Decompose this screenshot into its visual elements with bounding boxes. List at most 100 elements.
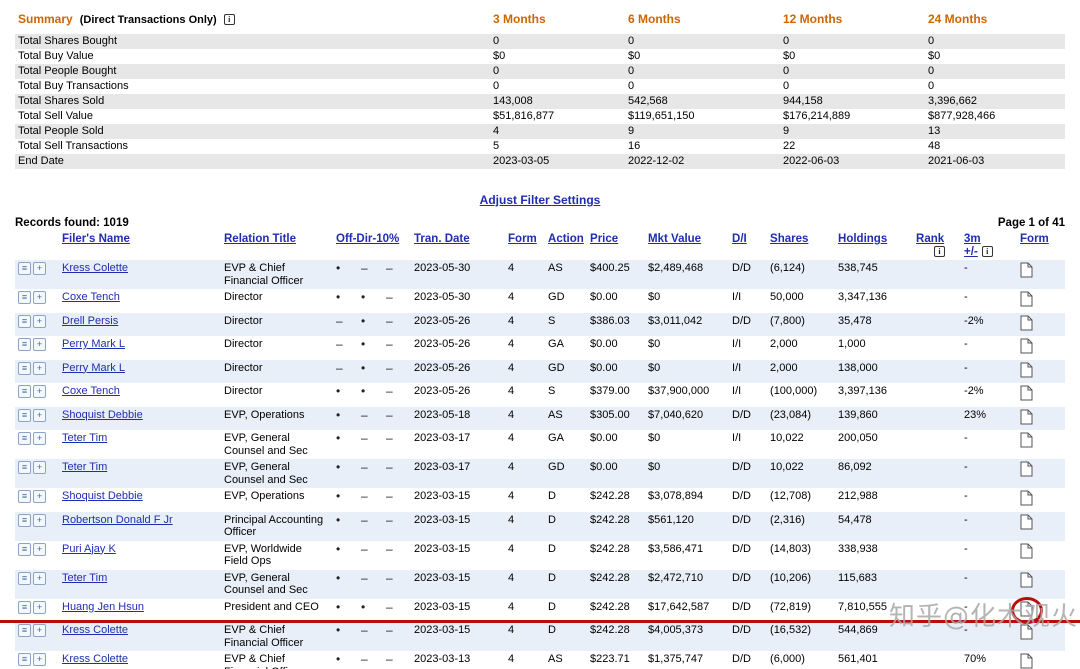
expand-icon[interactable]: + (33, 513, 46, 527)
holdings-cell: 139,860 (838, 408, 878, 421)
form-document-icon[interactable] (1020, 514, 1033, 534)
filer-link[interactable]: Perry Mark L (62, 338, 125, 350)
filer-link[interactable]: Teter Tim (62, 432, 107, 444)
ten-percent-flag: – (386, 337, 393, 351)
form-document-icon[interactable] (1020, 490, 1033, 510)
expand-icon[interactable]: + (33, 314, 46, 328)
expand-icon[interactable]: + (33, 408, 46, 422)
action-sort-link[interactable]: Action (548, 233, 584, 245)
news-icon[interactable]: ≡ (18, 432, 31, 445)
price-cell: $379.00 (590, 385, 630, 397)
news-icon[interactable]: ≡ (18, 291, 31, 304)
three-month-sort-link[interactable]: 3m (964, 233, 981, 245)
mkt-value-cell: $3,011,042 (648, 314, 703, 327)
tran-date-cell: 2023-03-15 (414, 513, 471, 526)
summary-row: Total Shares Bought 0 0 0 0 (15, 34, 1065, 49)
filer-link[interactable]: Huang Jen Hsun (62, 601, 144, 613)
rank-sort-link[interactable]: Rank (916, 233, 944, 245)
expand-icon[interactable]: + (33, 262, 46, 275)
expand-icon[interactable]: + (33, 385, 46, 398)
insider-transactions-page: Summary (Direct Transactions Only) i 3 M… (0, 0, 1080, 669)
expand-icon[interactable]: + (33, 624, 46, 637)
news-icon[interactable]: ≡ (18, 624, 31, 637)
expand-icon[interactable]: + (33, 432, 46, 445)
form-document-icon[interactable] (1020, 291, 1033, 311)
filer-link[interactable]: Coxe Tench (62, 385, 120, 397)
adjust-filter-settings-link[interactable]: Adjust Filter Settings (480, 193, 601, 207)
price-cell: $305.00 (590, 408, 630, 421)
news-icon[interactable]: ≡ (18, 361, 31, 375)
news-icon[interactable]: ≡ (18, 262, 31, 275)
news-icon[interactable]: ≡ (18, 385, 31, 398)
three-month-change-cell: -2% (964, 385, 984, 397)
expand-icon[interactable]: + (33, 571, 46, 585)
expand-icon[interactable]: + (33, 490, 46, 503)
summary-value-12m: 0 (783, 80, 790, 92)
filer-link[interactable]: Robertson Donald F Jr (62, 514, 173, 526)
three-month-info-icon[interactable]: i (981, 245, 993, 257)
news-icon[interactable]: ≡ (18, 513, 31, 527)
news-icon[interactable]: ≡ (18, 490, 31, 503)
filer-link[interactable]: Drell Persis (62, 315, 118, 327)
form-document-icon[interactable] (1020, 432, 1033, 452)
di-cell: D/D (732, 600, 751, 613)
form-document-icon[interactable] (1020, 653, 1033, 669)
news-icon[interactable]: ≡ (18, 600, 31, 614)
filer-link[interactable]: Perry Mark L (62, 362, 125, 374)
form-document-icon[interactable] (1020, 461, 1033, 481)
form-document-icon[interactable] (1020, 572, 1033, 592)
relation-title-cell: EVP, General Counsel and Sec (224, 461, 308, 486)
form-document-icon[interactable] (1020, 624, 1033, 644)
news-icon[interactable]: ≡ (18, 408, 31, 422)
expand-icon[interactable]: + (33, 291, 46, 304)
expand-icon[interactable]: + (33, 361, 46, 375)
news-icon[interactable]: ≡ (18, 338, 31, 351)
filer-link[interactable]: Coxe Tench (62, 291, 120, 303)
expand-icon[interactable]: + (33, 338, 46, 351)
form-document-icon[interactable] (1020, 409, 1033, 429)
expand-icon[interactable]: + (33, 542, 46, 556)
director-flag: – (361, 570, 368, 585)
news-icon[interactable]: ≡ (18, 542, 31, 556)
off-dir-10-sort-link[interactable]: Off-Dir-10% (336, 233, 399, 245)
news-icon[interactable]: ≡ (18, 461, 31, 474)
relation-title-sort-link[interactable]: Relation Title (224, 233, 296, 245)
expand-icon[interactable]: + (33, 600, 46, 614)
news-icon[interactable]: ≡ (18, 571, 31, 585)
filer-link[interactable]: Puri Ajay K (62, 543, 116, 555)
form-document-icon[interactable] (1020, 338, 1033, 358)
filer-link[interactable]: Kress Colette (62, 262, 128, 274)
di-sort-link[interactable]: D/I (732, 233, 747, 245)
filers-name-sort-link[interactable]: Filer's Name (62, 233, 130, 245)
expand-icon[interactable]: + (33, 653, 46, 666)
form-document-icon[interactable] (1020, 543, 1033, 563)
shares-sort-link[interactable]: Shares (770, 233, 808, 245)
filer-link[interactable]: Kress Colette (62, 653, 128, 665)
mkt-value-sort-link[interactable]: Mkt Value (648, 233, 701, 245)
form-document-icon[interactable] (1020, 385, 1033, 405)
form-type-cell: 4 (508, 291, 515, 303)
filer-link[interactable]: Teter Tim (62, 572, 107, 584)
form-document-icon[interactable] (1020, 262, 1033, 282)
rank-cell (913, 383, 961, 407)
filer-link[interactable]: Kress Colette (62, 624, 128, 636)
tran-date-sort-link[interactable]: Tran. Date (414, 233, 470, 245)
form-document-icon[interactable] (1020, 315, 1033, 335)
expand-icon[interactable]: + (33, 461, 46, 474)
summary-info-icon[interactable]: i (223, 14, 235, 25)
news-icon[interactable]: ≡ (18, 653, 31, 666)
price-sort-link[interactable]: Price (590, 233, 618, 245)
form-sort-link[interactable]: Form (508, 233, 537, 245)
filer-link[interactable]: Shoquist Debbie (62, 409, 143, 421)
summary-subtitle: (Direct Transactions Only) (79, 14, 217, 26)
form-doc-sort-link[interactable]: Form (1020, 233, 1049, 245)
filer-link[interactable]: Shoquist Debbie (62, 490, 143, 502)
rank-info-icon[interactable]: i (934, 245, 946, 257)
summary-row: Total Buy Value $0 $0 $0 $0 (15, 49, 1065, 64)
news-icon[interactable]: ≡ (18, 314, 31, 328)
form-document-icon[interactable] (1020, 362, 1033, 382)
summary-title: Summary (18, 12, 73, 26)
filer-link[interactable]: Teter Tim (62, 461, 107, 473)
summary-row-label: Total Buy Value (18, 50, 94, 62)
holdings-sort-link[interactable]: Holdings (838, 233, 887, 245)
